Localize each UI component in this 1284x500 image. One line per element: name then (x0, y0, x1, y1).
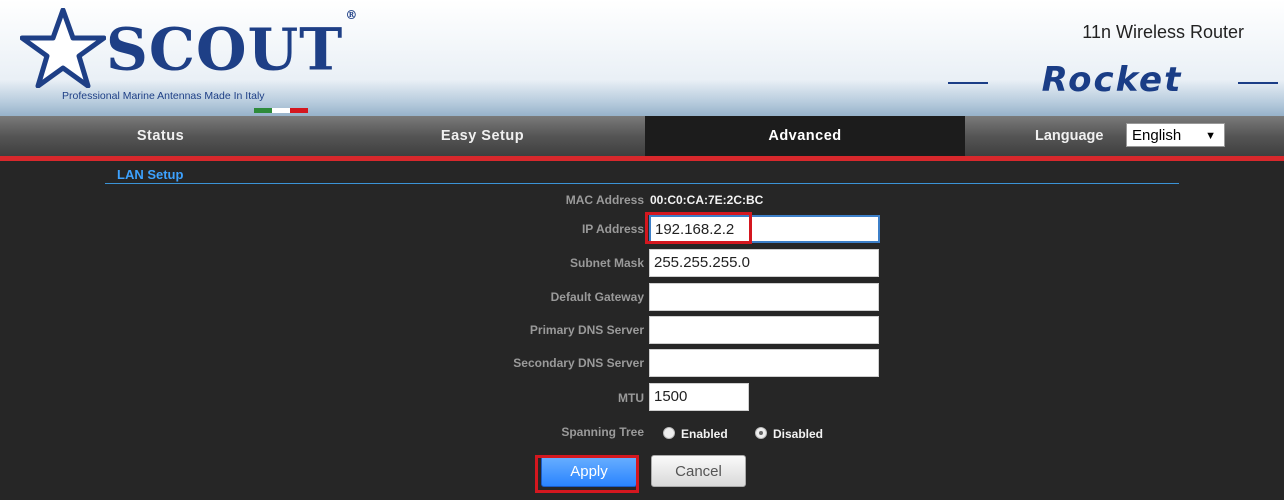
spanning-tree-enabled-label: Enabled (681, 427, 728, 441)
ip-address-label: IP Address (581, 222, 644, 236)
mtu-label: MTU (618, 391, 644, 405)
router-admin-page: SCOUT® Professional Marine Antennas Made… (0, 0, 1284, 500)
product-name: Rocket (1041, 60, 1183, 100)
spanning-tree-disabled-radio[interactable] (755, 427, 767, 439)
language-selector: Language English ▼ (965, 116, 1284, 156)
language-value: English (1132, 127, 1182, 144)
mac-address-value: 00:C0:CA:7E:2C:BC (650, 193, 764, 207)
highlight-box (645, 212, 752, 244)
tab-advanced[interactable]: Advanced (645, 116, 965, 156)
spanning-tree-enabled-radio[interactable] (663, 427, 675, 439)
primary-dns-label: Primary DNS Server (529, 323, 644, 337)
scout-logo: SCOUT® Professional Marine Antennas Made… (20, 8, 357, 113)
spanning-tree-label: Spanning Tree (561, 425, 644, 439)
star-logo-icon (20, 8, 106, 88)
section-title: LAN Setup (117, 167, 184, 182)
highlight-box (535, 455, 639, 493)
mac-address-label: MAC Address (565, 193, 644, 207)
subnet-mask-label: Subnet Mask (569, 256, 644, 270)
section-divider (105, 183, 1179, 184)
italy-flag-icon (254, 108, 308, 113)
brand-name: SCOUT® (106, 8, 359, 84)
default-gateway-input[interactable] (649, 283, 879, 311)
language-select[interactable]: English ▼ (1126, 123, 1225, 147)
secondary-dns-label: Secondary DNS Server (513, 356, 644, 370)
tab-easy-setup[interactable]: Easy Setup (321, 116, 644, 156)
divider-line (1238, 82, 1278, 84)
subnet-mask-input[interactable]: 255.255.255.0 (649, 249, 879, 277)
tab-status[interactable]: Status (0, 116, 321, 156)
brand-tagline: Professional Marine Antennas Made In Ita… (62, 90, 265, 102)
header-banner: SCOUT® Professional Marine Antennas Made… (0, 0, 1284, 116)
cancel-button[interactable]: Cancel (651, 455, 746, 487)
primary-dns-input[interactable] (649, 316, 879, 344)
spanning-tree-disabled-label: Disabled (773, 427, 824, 441)
nav-underline (0, 156, 1284, 161)
dropdown-arrow-icon: ▼ (1205, 130, 1216, 142)
main-nav: Status Easy Setup Advanced Language Engl… (0, 116, 1284, 156)
language-label: Language (1035, 128, 1104, 144)
product-logo: Rocket (948, 60, 1278, 100)
divider-line (948, 82, 988, 84)
secondary-dns-input[interactable] (649, 349, 879, 377)
mtu-input[interactable]: 1500 (649, 383, 749, 411)
product-type: 11n Wireless Router (1082, 22, 1244, 42)
default-gateway-label: Default Gateway (550, 290, 644, 304)
